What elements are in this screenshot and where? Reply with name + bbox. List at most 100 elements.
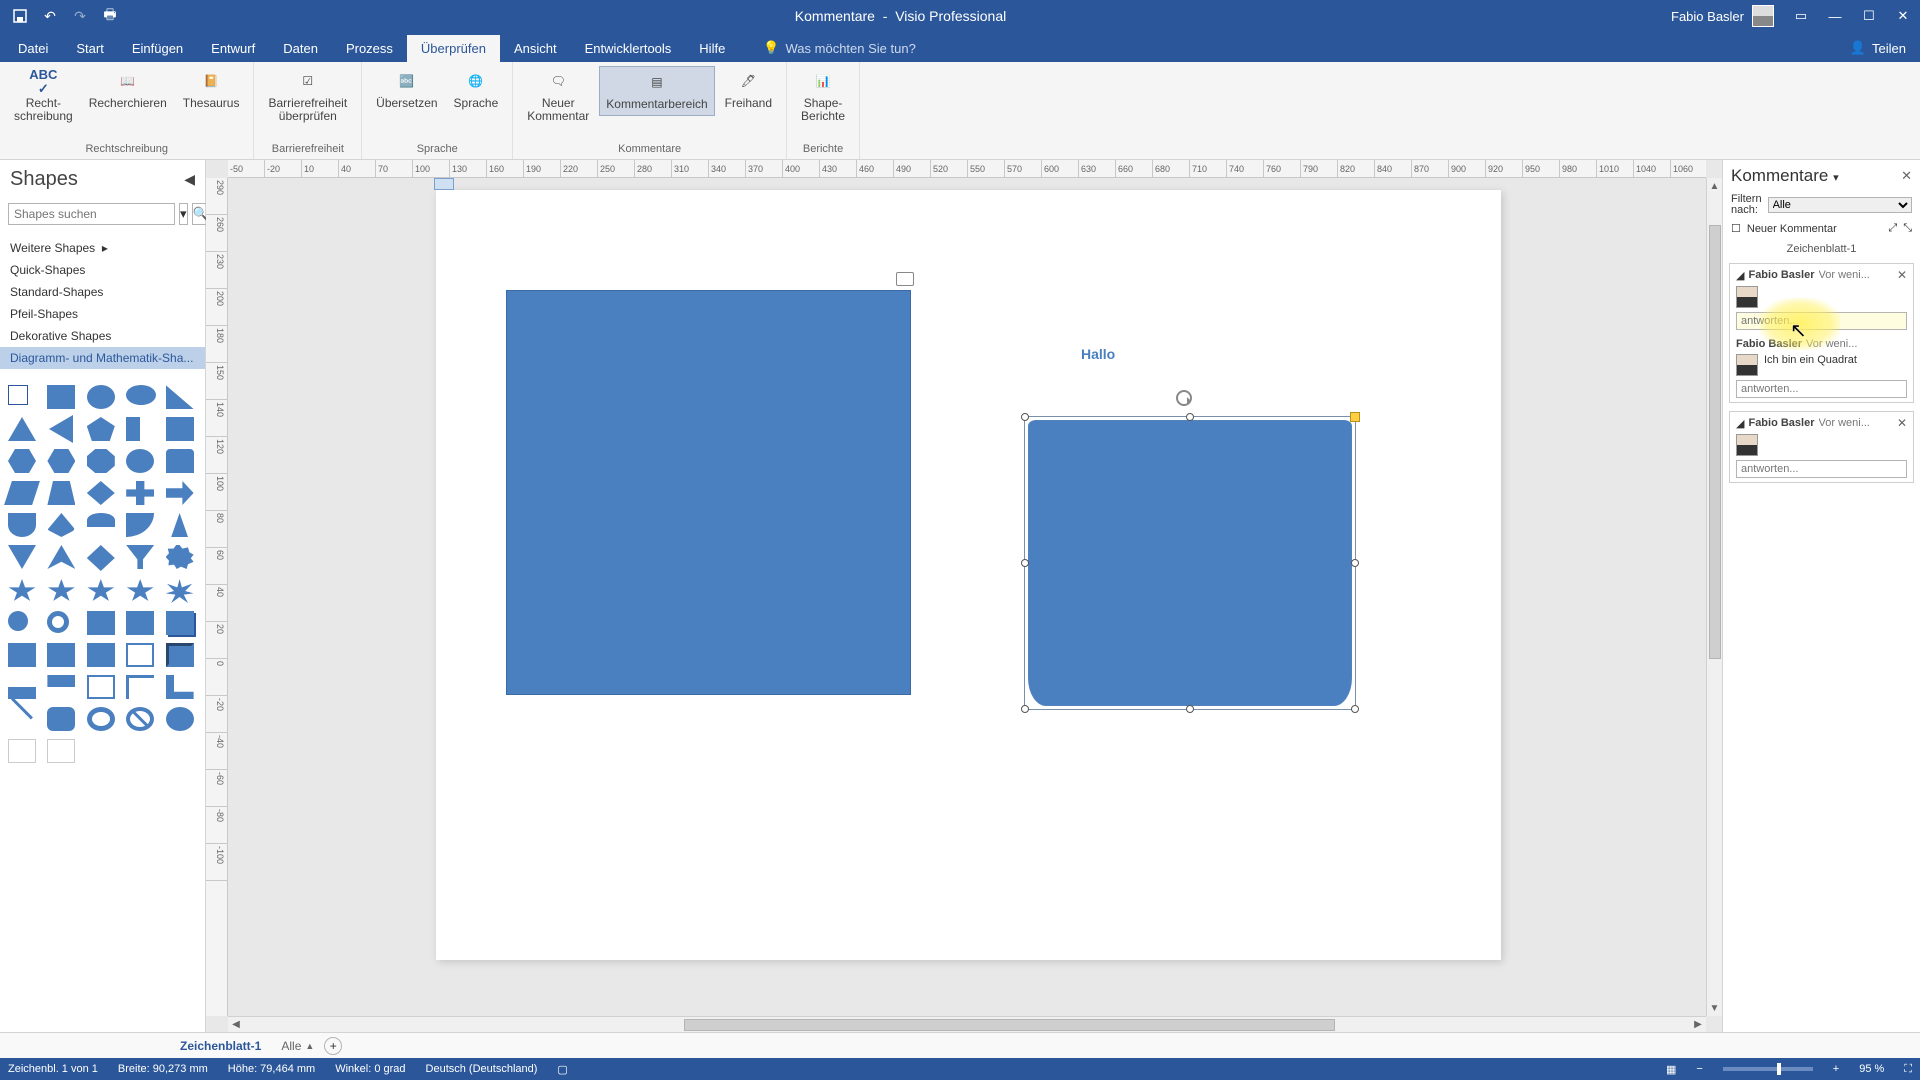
- scroll-thumb-h[interactable]: [684, 1019, 1334, 1031]
- tell-me-input[interactable]: 💡 Was möchten Sie tun?: [753, 34, 926, 62]
- cat-diagram-math[interactable]: Diagramm- und Mathematik-Sha...: [0, 347, 205, 369]
- accessibility-button[interactable]: ☑Barrierefreiheit überprüfen: [262, 66, 353, 127]
- shape-square3[interactable]: [126, 611, 154, 635]
- handle-ne-yellow[interactable]: [1350, 412, 1360, 422]
- tab-hilfe[interactable]: Hilfe: [685, 35, 739, 62]
- shape-arc[interactable]: [87, 513, 115, 527]
- shape-box2[interactable]: [47, 643, 75, 667]
- cat-quick[interactable]: Quick-Shapes: [0, 259, 205, 281]
- text-hallo[interactable]: Hallo: [1081, 346, 1115, 362]
- comment-item[interactable]: ◢ Fabio Basler Vor weni... ✕: [1729, 411, 1914, 483]
- shape-kite[interactable]: [87, 545, 115, 571]
- shape-line[interactable]: [11, 698, 33, 720]
- shape-half2[interactable]: [47, 675, 75, 699]
- delete-comment-icon[interactable]: ✕: [1897, 416, 1907, 430]
- shape-right-triangle[interactable]: [166, 385, 194, 409]
- shape-box-outline[interactable]: [126, 643, 154, 667]
- redo-icon[interactable]: ↷: [68, 4, 92, 28]
- page-tab-1[interactable]: Zeichenblatt-1: [170, 1035, 271, 1057]
- ink-button[interactable]: 🖊Freihand: [719, 66, 778, 114]
- status-lang[interactable]: Deutsch (Deutschland): [426, 1063, 538, 1075]
- scroll-right-icon[interactable]: ▶: [1690, 1017, 1706, 1033]
- shape-triangle[interactable]: [8, 417, 36, 441]
- print-icon[interactable]: 🖶: [98, 4, 122, 28]
- handle-nw[interactable]: [1021, 413, 1029, 421]
- cat-arrow[interactable]: Pfeil-Shapes: [0, 303, 205, 325]
- scroll-down-icon[interactable]: ▼: [1707, 1000, 1722, 1016]
- add-page-icon[interactable]: +: [324, 1037, 342, 1055]
- shape-octagon[interactable]: [87, 449, 115, 473]
- all-pages-tab[interactable]: Alle ▲: [281, 1039, 314, 1053]
- reply-input[interactable]: [1736, 380, 1907, 398]
- shape-hexagon[interactable]: [8, 449, 36, 473]
- delete-comment-icon[interactable]: ✕: [1897, 268, 1907, 282]
- shape-donut[interactable]: [87, 707, 115, 731]
- minimize-icon[interactable]: —: [1818, 0, 1852, 32]
- comment-pane-button[interactable]: ▤Kommentarbereich: [599, 66, 714, 116]
- scroll-up-icon[interactable]: ▲: [1707, 178, 1722, 194]
- tab-einfuegen[interactable]: Einfügen: [118, 35, 197, 62]
- tab-daten[interactable]: Daten: [269, 35, 332, 62]
- shape-square[interactable]: [47, 385, 75, 409]
- horizontal-scrollbar[interactable]: ◀ ▶: [228, 1016, 1706, 1032]
- shape-square-shadow[interactable]: [166, 611, 194, 635]
- shape-frame[interactable]: [87, 675, 115, 699]
- drawing-page[interactable]: Hallo: [436, 190, 1501, 960]
- new-comment-label[interactable]: Neuer Kommentar: [1747, 223, 1837, 235]
- tab-ueberpruefen[interactable]: Überprüfen: [407, 35, 500, 62]
- shape-pentagon[interactable]: [87, 417, 115, 441]
- canvas[interactable]: -50-201040701001301601902202502803103403…: [206, 160, 1722, 1032]
- shape-star4[interactable]: [8, 579, 36, 603]
- reply-input[interactable]: [1736, 460, 1907, 478]
- filter-select[interactable]: Alle: [1768, 197, 1912, 213]
- collapse-icon[interactable]: ◢: [1736, 417, 1744, 430]
- shape-corner[interactable]: [126, 675, 154, 699]
- zoom-out-icon[interactable]: −: [1696, 1063, 1702, 1075]
- shape-burst[interactable]: [166, 579, 194, 603]
- new-comment-button[interactable]: 🗨Neuer Kommentar: [521, 66, 595, 127]
- shape-circle2[interactable]: [126, 449, 154, 473]
- vertical-scrollbar[interactable]: ▲ ▼: [1706, 178, 1722, 1016]
- shape-ellipse[interactable]: [126, 385, 156, 405]
- research-button[interactable]: 📖Recherchieren: [83, 66, 173, 114]
- shape-rectangle[interactable]: [8, 385, 28, 405]
- handle-n[interactable]: [1186, 413, 1194, 421]
- shape-parallelogram[interactable]: [4, 481, 40, 505]
- shape-slot2[interactable]: [47, 739, 75, 763]
- tab-ansicht[interactable]: Ansicht: [500, 35, 571, 62]
- rotation-handle-icon[interactable]: [1176, 390, 1192, 406]
- shape-no[interactable]: [126, 707, 154, 731]
- tab-start[interactable]: Start: [62, 35, 117, 62]
- shape-box-bevel[interactable]: [166, 643, 194, 667]
- shape-star6[interactable]: [87, 579, 115, 603]
- shape-box1[interactable]: [8, 643, 36, 667]
- cat-more[interactable]: Weitere Shapes ▸: [0, 237, 205, 259]
- shape-hexagon2[interactable]: [47, 449, 75, 473]
- shape-drop2[interactable]: [166, 513, 194, 537]
- handle-se[interactable]: [1351, 705, 1359, 713]
- search-dropdown-icon[interactable]: ▾: [179, 203, 188, 225]
- shape-tri-down[interactable]: [8, 545, 36, 569]
- handle-e[interactable]: [1351, 559, 1359, 567]
- shape-trapezoid[interactable]: [47, 481, 75, 505]
- close-icon[interactable]: ✕: [1886, 0, 1920, 32]
- shape-diamond[interactable]: [87, 481, 115, 505]
- shape-l[interactable]: [166, 675, 194, 699]
- zoom-value[interactable]: 95 %: [1859, 1063, 1884, 1075]
- translate-button[interactable]: 🔤Übersetzen: [370, 66, 443, 114]
- shape-star7[interactable]: [126, 579, 154, 603]
- tab-entwicklertools[interactable]: Entwicklertools: [571, 35, 686, 62]
- shape-star5[interactable]: [47, 579, 75, 603]
- comment-item[interactable]: ◢ Fabio Basler Vor weni... ✕ ↖ Fabio Bas…: [1729, 263, 1914, 403]
- shape-drop[interactable]: [47, 513, 75, 537]
- handle-s[interactable]: [1186, 705, 1194, 713]
- cat-standard[interactable]: Standard-Shapes: [0, 281, 205, 303]
- collapse-all-icon[interactable]: ⤡: [1903, 222, 1912, 235]
- tab-datei[interactable]: Datei: [4, 35, 62, 62]
- shape-rounded[interactable]: [47, 707, 75, 731]
- share-button[interactable]: 👤 Teilen: [1836, 34, 1920, 62]
- tab-entwurf[interactable]: Entwurf: [197, 35, 269, 62]
- shape-cylinder[interactable]: [166, 449, 194, 473]
- scroll-thumb-v[interactable]: [1709, 225, 1721, 658]
- shape-square2[interactable]: [87, 611, 115, 635]
